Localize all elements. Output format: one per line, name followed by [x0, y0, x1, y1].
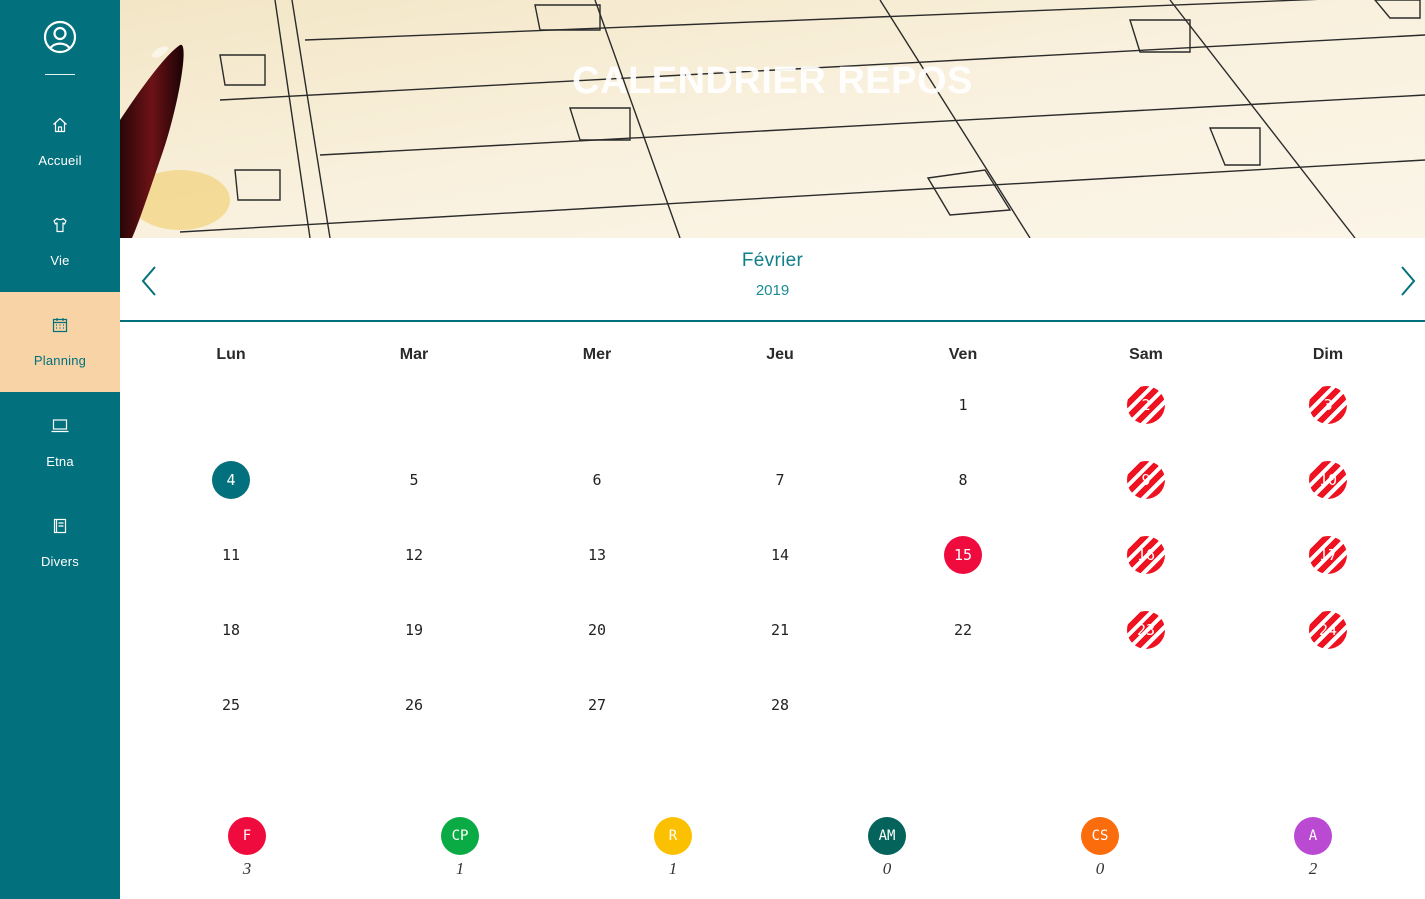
sidebar-item-etna[interactable]: Etna — [0, 393, 120, 493]
day-cell[interactable]: 19 — [395, 611, 433, 649]
sidebar-item-label: Accueil — [38, 152, 82, 168]
calendar-photo — [120, 0, 1425, 238]
day-cell[interactable]: 28 — [761, 686, 799, 724]
weekday-header: Sam — [1129, 346, 1163, 363]
day-cell-weekend[interactable]: 16 — [1127, 536, 1165, 574]
day-cell[interactable]: 5 — [395, 461, 433, 499]
legend-badge: AM — [868, 817, 906, 855]
day-cell[interactable]: 12 — [395, 536, 433, 574]
sidebar-item-accueil[interactable]: Accueil — [0, 92, 120, 192]
user-circle-icon — [43, 20, 77, 54]
book-icon — [50, 516, 70, 536]
legend-count: 1 — [668, 859, 678, 878]
day-cell[interactable]: 13 — [578, 536, 616, 574]
day-cell[interactable]: 11 — [212, 536, 250, 574]
chevron-right-icon — [1401, 266, 1416, 296]
weekday-header: Lun — [216, 346, 246, 363]
weekday-header: Mer — [582, 346, 612, 363]
sidebar-divider — [45, 74, 75, 75]
day-cell-weekend[interactable]: 23 — [1127, 611, 1165, 649]
sidebar-item-label: Etna — [46, 453, 74, 469]
legend-item: F3 — [207, 817, 287, 879]
legend-badge: CS — [1081, 817, 1119, 855]
sidebar-item-label: Divers — [40, 553, 80, 569]
weekday-header: Jeu — [766, 346, 794, 363]
legend-count: 1 — [455, 859, 465, 878]
day-cell[interactable]: 22 — [944, 611, 982, 649]
day-cell[interactable]: 21 — [761, 611, 799, 649]
weekday-header: Mar — [399, 346, 429, 363]
legend-item: R1 — [633, 817, 713, 879]
day-cell[interactable]: 26 — [395, 686, 433, 724]
day-cell[interactable]: 18 — [212, 611, 250, 649]
legend-badge: F — [228, 817, 266, 855]
weekday-header: Dim — [1312, 346, 1344, 363]
banner: CALENDRIER REPOS — [120, 0, 1425, 238]
day-cell-weekend[interactable]: 17 — [1309, 536, 1347, 574]
legend-item: AM 0 — [847, 817, 927, 879]
sidebar-item-label: Vie — [50, 252, 70, 268]
day-cell[interactable]: 27 — [578, 686, 616, 724]
day-cell-weekend[interactable]: 10 — [1309, 461, 1347, 499]
legend-count: 2 — [1308, 859, 1318, 878]
sidebar-item-divers[interactable]: Divers — [0, 493, 120, 593]
day-cell-weekend[interactable]: 2 — [1127, 386, 1165, 424]
laptop-icon — [50, 416, 70, 436]
legend-item: A2 — [1273, 817, 1353, 879]
legend-count: 0 — [1095, 859, 1105, 878]
legend-count: 0 — [882, 859, 892, 878]
sidebar-item-planning[interactable]: Planning — [0, 292, 120, 392]
day-cell[interactable]: 6 — [578, 461, 616, 499]
legend-item: CS 0 — [1060, 817, 1140, 879]
day-cell[interactable]: 7 — [761, 461, 799, 499]
sidebar-item-label: Planning — [33, 352, 87, 368]
shirt-icon — [50, 215, 70, 235]
sidebar-item-vie[interactable]: Vie — [0, 192, 120, 292]
weekday-header: Ven — [948, 346, 978, 363]
day-cell-weekend[interactable]: 24 — [1309, 611, 1347, 649]
day-cell[interactable]: 25 — [212, 686, 250, 724]
day-cell[interactable]: 1 — [944, 386, 982, 424]
month-label: Février — [741, 250, 804, 271]
legend-badge: CP — [441, 817, 479, 855]
day-cell-holiday[interactable]: 15 — [944, 536, 982, 574]
page-title: CALENDRIER REPOS — [572, 60, 973, 102]
day-cell-weekend[interactable]: 3 — [1309, 386, 1347, 424]
year-label: 2019 — [755, 282, 790, 299]
calendar-icon — [50, 315, 70, 335]
sidebar: Accueil Vie Planning Etna Divers — [0, 0, 120, 899]
profile-button[interactable] — [0, 0, 120, 74]
legend-badge: A — [1294, 817, 1332, 855]
next-month-button[interactable] — [1395, 264, 1419, 298]
day-cell[interactable]: 8 — [944, 461, 982, 499]
day-cell-today[interactable]: 4 — [212, 461, 250, 499]
month-navigation: Février 2019 — [120, 238, 1425, 322]
home-icon — [50, 115, 70, 135]
day-cell[interactable]: 20 — [578, 611, 616, 649]
legend-badge: R — [654, 817, 692, 855]
day-cell[interactable]: 14 — [761, 536, 799, 574]
day-cell-weekend[interactable]: 9 — [1127, 461, 1165, 499]
legend-count: 3 — [242, 859, 252, 878]
legend-item: CP 1 — [420, 817, 500, 879]
